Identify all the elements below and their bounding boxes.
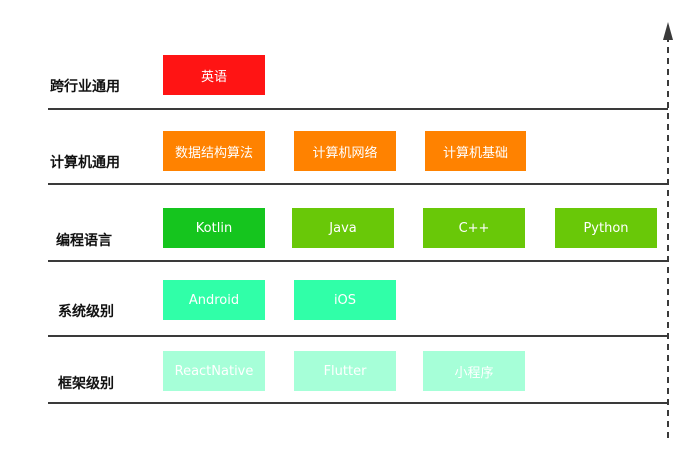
arrow-head <box>663 22 673 40</box>
dashed-up-arrow-icon <box>663 22 673 438</box>
